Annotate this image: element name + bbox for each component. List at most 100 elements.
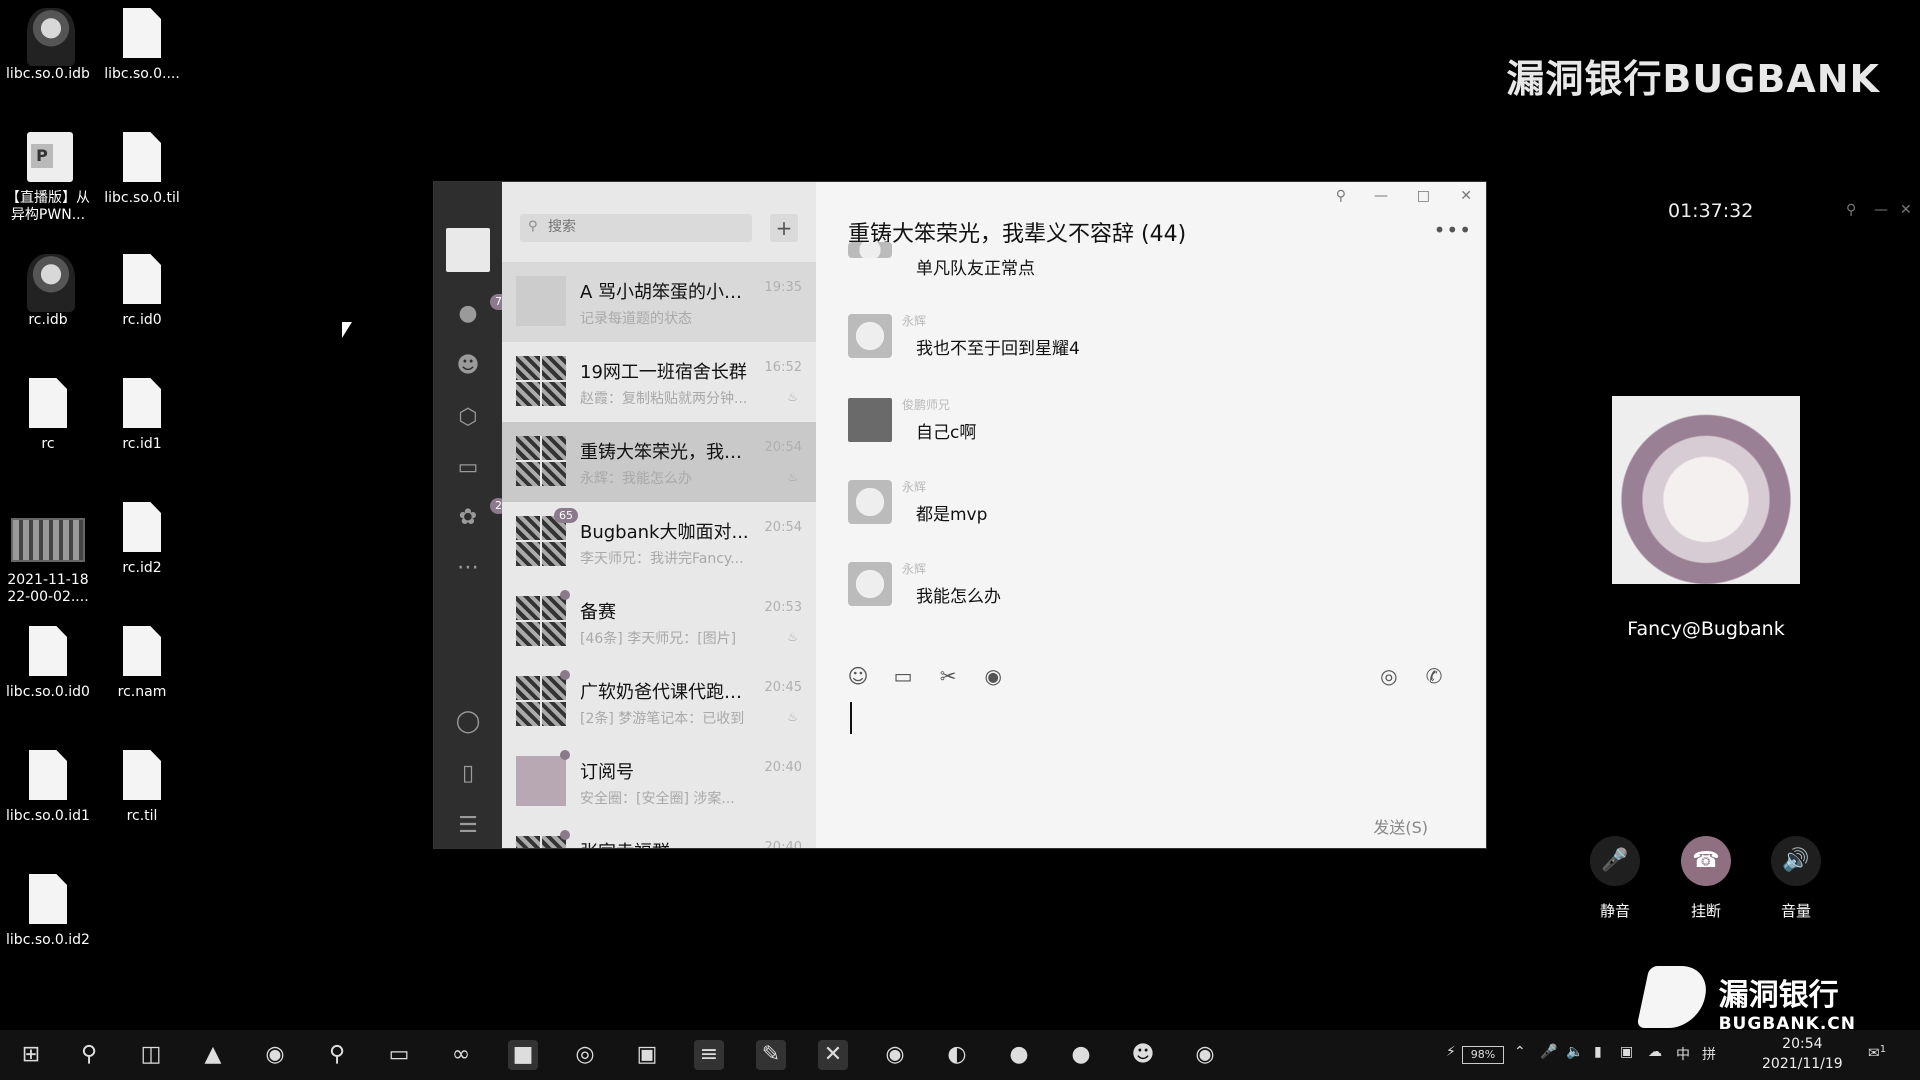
chrome-icon[interactable]: ◉ [880,1040,910,1070]
netease-music-icon[interactable]: ◎ [570,1040,600,1070]
send-button[interactable]: 发送(S) [1373,814,1428,838]
folder-icon[interactable]: ▭ [454,454,482,482]
microphone-icon[interactable]: 🎤 [1540,1044,1557,1060]
conversation-item[interactable]: 广软奶爸代课代跑，... 20:45 [2条] 梦游笔记本：已收到 ♨ [502,662,816,742]
bugbank-logo-icon [1636,966,1712,1028]
pin-icon[interactable]: ⚲ [1336,188,1346,204]
taskbar-clock[interactable]: 20:54 2021/11/19 [1762,1034,1843,1074]
obs-icon[interactable]: ◉ [1190,1040,1220,1070]
conversation-name: 19网工一班宿舍长群 [580,362,747,383]
phone-icon[interactable]: ▯ [454,760,482,788]
close-button[interactable]: ✕ [1460,188,1472,204]
conversation-item[interactable]: 19网工一班宿舍长群 16:52 赵霞：复制粘贴就两分钟... ♨ [502,342,816,422]
conversation-item[interactable]: 订阅号 20:40 安全圈：[安全圈] 涉案... [502,742,816,822]
desktop-icon-rc-id0[interactable]: rc.id0 [94,254,190,329]
collections-icon[interactable]: ⬡ [454,404,482,432]
desktop-icon-video[interactable]: 2021-11-18 22-00-02.... [0,510,96,606]
desktop-icon-rc-id1[interactable]: rc.id1 [94,378,190,453]
desktop-icon-ppt[interactable]: P 【直播版】从异构PWN... [0,132,96,224]
voice-call-icon[interactable]: ✆ [1422,664,1446,688]
maximize-button[interactable]: □ [1417,188,1430,204]
sublime-icon[interactable]: ≡ [694,1040,724,1070]
chat-nav-icon[interactable]: ● 76 [454,294,514,328]
ida-icon[interactable]: ☻ [1128,1040,1158,1070]
task-view-icon[interactable]: ◫ [136,1040,166,1070]
wechat-icon[interactable]: ● [1004,1040,1034,1070]
desktop-icon-label: libc.so.0.id1 [6,808,90,824]
desktop-icon-libc-file[interactable]: libc.so.0.... [94,8,190,83]
menu-icon[interactable]: ☰ [454,812,482,840]
conversation-item[interactable]: 备赛 20:53 [46条] 李天师兄：[图片] ♨ [502,582,816,662]
scissors-icon[interactable]: ✂ [936,664,960,688]
steam-icon[interactable]: ◉ [260,1040,290,1070]
pycharm-icon[interactable]: ■ [508,1040,538,1070]
onedrive-icon[interactable]: ☁ [1648,1044,1662,1060]
live-icon[interactable]: ◎ [1377,664,1401,688]
conversation-preview: 记录每道题的状态 [580,311,692,327]
typora-icon[interactable]: ✎ [756,1040,786,1070]
chevron-up-icon[interactable]: ⌃ [1514,1044,1526,1060]
search-input[interactable] [546,218,740,236]
edge-icon[interactable]: ◐ [942,1040,972,1070]
network-icon[interactable]: ▣ [1620,1044,1633,1060]
my-avatar[interactable] [446,228,490,272]
mute-icon: ♨ [787,710,798,724]
minimize-button[interactable]: — [1874,202,1888,218]
pin-icon[interactable]: ⚲ [1846,202,1856,218]
desktop-icon-rc-til[interactable]: rc.til [94,750,190,825]
file-icon [29,626,67,676]
plug-icon[interactable]: ⚡ [1446,1044,1456,1060]
unread-dot [560,750,570,760]
search-box[interactable]: ⚲ [520,214,752,242]
mute-button[interactable]: 🎤 [1590,836,1640,886]
xmind-icon[interactable]: ✕ [818,1040,848,1070]
desktop-icon-rc-nam[interactable]: rc.nam [94,626,190,701]
speaker-icon[interactable]: 🔈 [1566,1044,1583,1060]
virtualbox-icon[interactable]: ▣ [632,1040,662,1070]
conversation-item[interactable]: 张家幸福群 20:40 [502,822,816,848]
ime-indicator[interactable]: 中 [1676,1044,1690,1064]
mini-program-icon[interactable]: ◯ [454,708,482,736]
desktop-icon-libc-til[interactable]: libc.so.0.til [94,132,190,207]
more-options-icon[interactable]: ••• [1434,218,1472,242]
conversation-preview: 赵霞：复制粘贴就两分钟... [580,391,748,407]
conversation-item[interactable]: 重铸大笨荣光，我辈... 20:54 永辉：我能怎么办 ♨ [502,422,816,502]
magnifier-icon[interactable]: ⚲ [322,1040,352,1070]
folder-icon[interactable]: ▭ [891,664,915,688]
desktop-icon-label: rc.id0 [122,312,162,328]
hangup-button[interactable]: ☎ [1681,836,1731,886]
close-button[interactable]: ✕ [1900,202,1912,218]
desktop-icon-rc-idb[interactable]: rc.idb [0,254,96,329]
battery-icon[interactable]: ▮ [1594,1044,1602,1060]
battery-indicator[interactable]: 98% [1462,1046,1504,1064]
chat-history-icon[interactable]: ◉ [981,664,1005,688]
search-icon[interactable]: ⚲ [74,1040,104,1070]
desktop-icon-libc-id1[interactable]: libc.so.0.id1 [0,750,96,825]
desktop-icon-libc-id2[interactable]: libc.so.0.id2 [0,874,96,949]
clock-date: 2021/11/19 [1762,1056,1843,1072]
conversation-time: 20:54 [764,440,802,455]
kali-icon[interactable]: ▲ [198,1040,228,1070]
visual-studio-icon[interactable]: ∞ [446,1040,476,1070]
desktop-icon-libc-idb[interactable]: libc.so.0.idb [0,8,96,83]
emoji-icon[interactable]: ☺ [846,664,870,688]
desktop-icon-label: libc.so.0.idb [6,66,90,82]
desktop-icon-label: libc.so.0.til [104,190,180,206]
conversation-item[interactable]: 65 Bugbank大咖面对... 20:54 李天师兄：我讲完Fancy... [502,502,816,582]
desktop-icon-rc[interactable]: rc [0,378,96,453]
volume-button[interactable]: 🔊 [1771,836,1821,886]
more-apps-icon[interactable]: ⋯ [454,554,482,582]
start-icon[interactable]: ⊞ [16,1040,46,1070]
moments-icon[interactable]: ✿ 2 [454,498,507,532]
file-explorer-icon[interactable]: ▭ [384,1040,414,1070]
add-chat-button[interactable]: + [770,214,798,242]
contacts-icon[interactable]: ☻ [454,352,482,380]
conversation-item[interactable]: A 骂小胡笨蛋的小傅... 19:35 记录每道题的状态 [502,262,816,342]
desktop-icon-rc-id2[interactable]: rc.id2 [94,502,190,577]
minimize-button[interactable]: — [1374,188,1388,204]
ime-mode-indicator[interactable]: 拼 [1702,1044,1716,1064]
message-input[interactable] [850,702,852,734]
powerpoint-icon[interactable]: ● [1066,1040,1096,1070]
desktop-icon-libc-id0[interactable]: libc.so.0.id0 [0,626,96,701]
notification-icon[interactable]: ✉1 [1868,1044,1886,1062]
